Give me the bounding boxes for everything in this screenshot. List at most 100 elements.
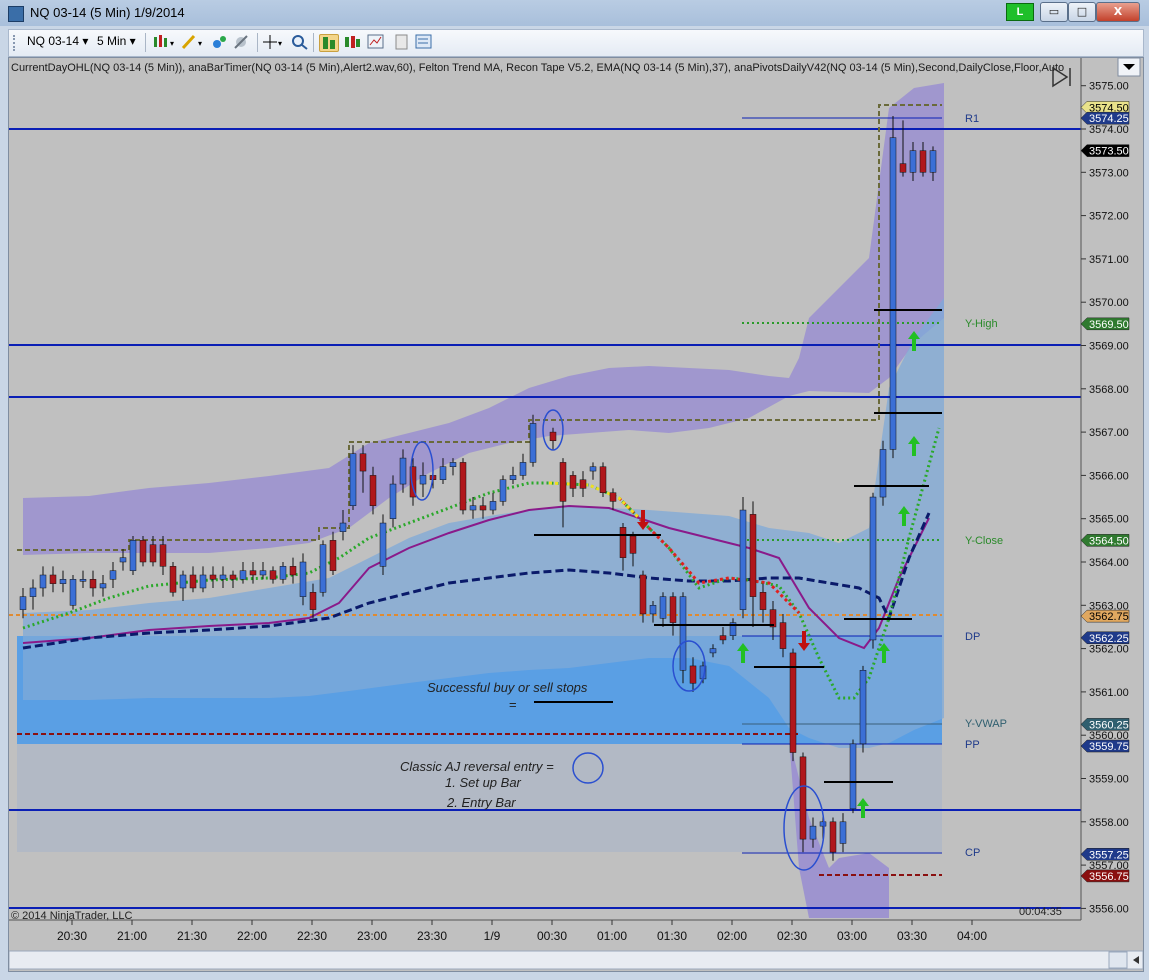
y-axis-tick-label: 3570.00 bbox=[1089, 297, 1129, 309]
y-axis-tick-label: 3568.00 bbox=[1089, 384, 1129, 396]
instrument-selector[interactable]: NQ 03-14 ▾ bbox=[27, 34, 88, 48]
price-flag: 3573.50 bbox=[1080, 144, 1130, 158]
strategies-icon[interactable] bbox=[367, 34, 385, 50]
candle bbox=[169, 562, 177, 597]
pivot-label: Y-High bbox=[965, 318, 998, 330]
y-axis-tick-label: 3572.00 bbox=[1089, 211, 1129, 223]
x-axis-tick-label: 20:30 bbox=[57, 929, 87, 943]
x-axis-tick-label: 00:30 bbox=[537, 929, 567, 943]
pivot-label: CP bbox=[965, 847, 980, 859]
candle bbox=[739, 497, 747, 619]
y-axis-tick-label: 3559.00 bbox=[1089, 774, 1129, 786]
annotation-entry-bar: 2. Entry Bar bbox=[446, 795, 516, 810]
x-axis-tick-label: 1/9 bbox=[484, 929, 501, 943]
price-flag-label: 3564.50 bbox=[1089, 535, 1129, 547]
copyright-text: © 2014 NinjaTrader, LLC bbox=[11, 910, 132, 922]
x-axis-tick-label: 21:00 bbox=[117, 929, 147, 943]
candle bbox=[799, 752, 807, 853]
pivot-label: PP bbox=[965, 739, 980, 751]
pointer-tool-icon[interactable] bbox=[233, 34, 251, 50]
y-axis-tick-label: 3565.00 bbox=[1089, 514, 1129, 526]
candle bbox=[889, 116, 897, 459]
pivot-label: Y-Close bbox=[965, 535, 1003, 547]
maximize-button[interactable]: □ bbox=[1068, 2, 1096, 22]
window-title: NQ 03-14 (5 Min) 1/9/2014 bbox=[30, 5, 185, 20]
chart-trader-icon[interactable] bbox=[415, 34, 433, 50]
pivot-label: DP bbox=[965, 631, 980, 643]
price-flag-label: 3573.50 bbox=[1089, 146, 1129, 158]
candle bbox=[499, 475, 507, 506]
interval-selector[interactable]: 5 Min ▾ bbox=[97, 34, 136, 48]
candle bbox=[69, 574, 77, 610]
y-axis-tick-label: 3574.00 bbox=[1089, 124, 1129, 136]
price-chart[interactable]: CurrentDayOHL(NQ 03-14 (5 Min)), anaBarT… bbox=[8, 57, 1144, 972]
price-flag: 3559.75 bbox=[1080, 739, 1130, 753]
candle bbox=[599, 462, 607, 498]
y-axis-tick-label: 3569.00 bbox=[1089, 341, 1129, 353]
magnet-icon[interactable] bbox=[211, 34, 229, 50]
annotation-stops: Successful buy or sell stops bbox=[427, 680, 588, 695]
y-axis-tick-label: 3561.00 bbox=[1089, 687, 1129, 699]
candle bbox=[869, 492, 877, 649]
minimize-button[interactable]: ▭ bbox=[1040, 2, 1068, 22]
y-axis-panel bbox=[1081, 58, 1143, 920]
x-axis-tick-label: 01:00 bbox=[597, 929, 627, 943]
scroll-thumb[interactable] bbox=[1108, 951, 1128, 969]
candle bbox=[859, 665, 867, 753]
candle bbox=[319, 540, 327, 597]
interval-label: 5 Min bbox=[97, 34, 127, 48]
drawing-tools-icon[interactable]: ▾ bbox=[181, 34, 202, 50]
pivot-label: Y-VWAP bbox=[965, 718, 1007, 730]
chart-toolbar: NQ 03-14 ▾ 5 Min ▾ ▾ ▾ ▾ bbox=[8, 29, 1144, 57]
data-box-icon[interactable] bbox=[393, 34, 411, 50]
chart-canvas[interactable]: CurrentDayOHL(NQ 03-14 (5 Min)), anaBarT… bbox=[9, 58, 1143, 971]
candle bbox=[129, 536, 137, 575]
x-axis-tick-label: 03:30 bbox=[897, 929, 927, 943]
x-axis-tick-label: 02:30 bbox=[777, 929, 807, 943]
properties-icon[interactable] bbox=[319, 34, 339, 52]
y-axis-tick-label: 3562.00 bbox=[1089, 644, 1129, 656]
annotation-stops-equals: = bbox=[509, 697, 517, 712]
live-badge-button[interactable]: L bbox=[1006, 3, 1034, 21]
candle bbox=[139, 536, 147, 567]
y-axis-tick-label: 3567.00 bbox=[1089, 427, 1129, 439]
zoom-icon[interactable] bbox=[291, 34, 309, 50]
price-flag-label: 3560.25 bbox=[1089, 719, 1129, 731]
horizontal-scrollbar[interactable] bbox=[9, 950, 1143, 970]
price-flag-label: 3556.75 bbox=[1089, 871, 1129, 883]
price-flag-label: 3562.75 bbox=[1089, 611, 1129, 623]
x-axis-tick-label: 23:30 bbox=[417, 929, 447, 943]
price-flag: 3557.25 bbox=[1080, 848, 1130, 861]
x-axis-tick-label: 02:00 bbox=[717, 929, 747, 943]
y-axis-tick-label: 3566.00 bbox=[1089, 470, 1129, 482]
candle bbox=[789, 648, 797, 762]
instrument-label: NQ 03-14 bbox=[27, 34, 80, 48]
svg-text:▾: ▾ bbox=[170, 39, 174, 48]
price-flag-label: 3569.50 bbox=[1089, 319, 1129, 331]
toolbar-grip[interactable] bbox=[13, 35, 18, 51]
price-flag: 3562.75 bbox=[1080, 609, 1130, 623]
title-bar[interactable]: NQ 03-14 (5 Min) 1/9/2014 L ▭ □ X bbox=[0, 0, 1149, 26]
price-flag-label: 3557.25 bbox=[1089, 849, 1129, 861]
crosshair-icon[interactable]: ▾ bbox=[263, 34, 282, 50]
price-flag-label: 3574.25 bbox=[1089, 113, 1129, 125]
bar-type-icon[interactable]: ▾ bbox=[153, 34, 174, 50]
candle bbox=[459, 458, 467, 515]
candle bbox=[849, 739, 857, 814]
price-flag: 3562.25 bbox=[1080, 631, 1130, 645]
price-flag-label: 3562.25 bbox=[1089, 633, 1129, 645]
chart-app-icon bbox=[8, 6, 24, 22]
chart-window: NQ 03-14 (5 Min) 1/9/2014 L ▭ □ X NQ 03-… bbox=[0, 0, 1149, 980]
y-axis-tick-label: 3573.00 bbox=[1089, 167, 1129, 179]
indicators-icon[interactable] bbox=[343, 34, 361, 50]
close-button[interactable]: X bbox=[1096, 2, 1140, 22]
candle bbox=[879, 440, 887, 506]
pivot-label: R1 bbox=[965, 113, 979, 125]
y-axis-tick-label: 3575.00 bbox=[1089, 81, 1129, 93]
price-flag: 3564.50 bbox=[1080, 534, 1130, 547]
price-flag-label: 3559.75 bbox=[1089, 741, 1129, 753]
x-axis-tick-label: 01:30 bbox=[657, 929, 687, 943]
candle bbox=[379, 514, 387, 575]
price-flag: 3574.25 bbox=[1080, 111, 1130, 125]
candle bbox=[349, 445, 357, 511]
